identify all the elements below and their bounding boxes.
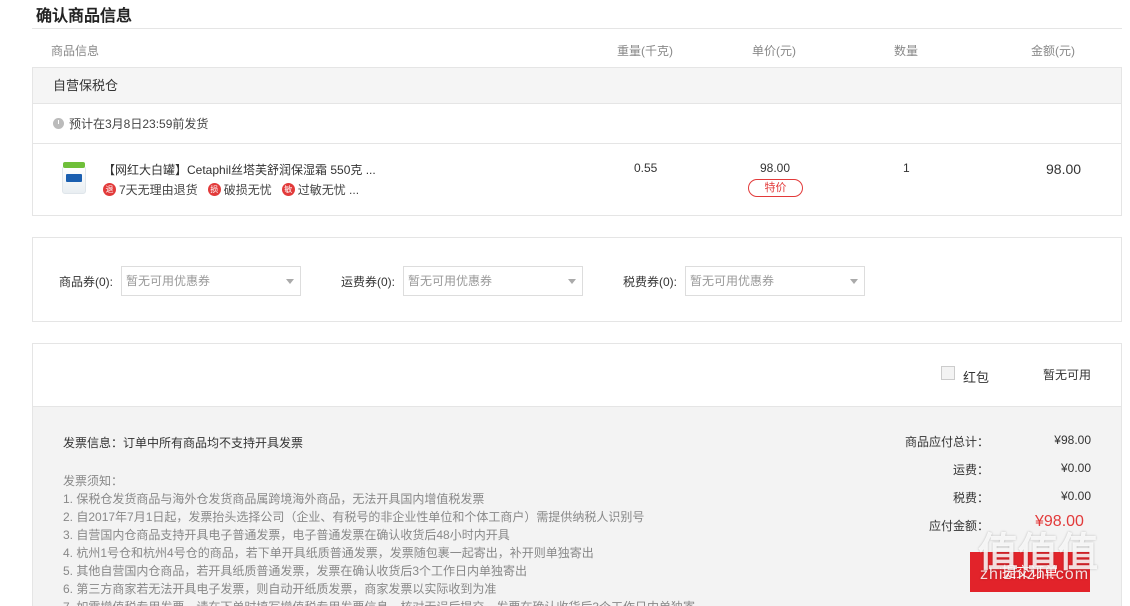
chevron-down-icon <box>850 279 858 284</box>
service-tags: 退 7天无理由退货 损 破损无忧 敏 过敏无忧 ... <box>103 181 369 198</box>
tax-fee-label: 税费： <box>952 491 989 505</box>
shipping-eta: 预计在3月8日23:59前发货 <box>69 117 209 131</box>
tax-coupon-value: 暂无可用优惠券 <box>690 274 775 288</box>
tax-coupon-label: 税费券(0): <box>623 275 678 289</box>
goods-coupon-select[interactable]: 暂无可用优惠券 <box>121 266 301 296</box>
jar-label-icon <box>66 174 82 182</box>
red-packet-label: 红包 <box>963 370 990 385</box>
column-header-unit-price: 单价(元) <box>752 44 796 58</box>
shipping-fee-value: ¥0.00 <box>1060 461 1091 475</box>
invoice-notes-title: 发票须知： <box>63 474 124 488</box>
allergy-icon: 敏 <box>281 183 295 196</box>
invoice-note: 2. 自2017年7月1日起，发票抬头选择公司（企业、有税号的非企业性单位和个体… <box>63 510 645 524</box>
title-divider <box>32 28 1122 29</box>
invoice-notes: 发票须知： 1. 保税仓发货商品与海外仓发货商品属跨境海外商品，无法开具国内增值… <box>63 472 695 606</box>
invoice-note: 6. 第三方商家若无法开具电子发票，则自动开纸质发票，商家发票以实际收到为准 <box>63 582 497 596</box>
chevron-down-icon <box>286 279 294 284</box>
service-tag: 敏 过敏无忧 ... <box>281 181 360 198</box>
subtotal-value: ¥98.00 <box>1054 433 1091 447</box>
product-name[interactable]: 【网红大白罐】Cetaphil丝塔芙舒润保湿霜 550克 ... <box>103 161 376 178</box>
shipping-eta-row: 预计在3月8日23:59前发货 <box>33 104 1121 144</box>
red-packet-status: 暂无可用 <box>1043 368 1092 382</box>
red-packet-row: 红包 暂无可用 <box>33 344 1121 407</box>
invoice-note: 4. 杭州1号仓和杭州4号仓的商品，若下单开具纸质普通发票，发票随包裹一起寄出，… <box>63 546 594 560</box>
invoice-note: 1. 保税仓发货商品与海外仓发货商品属跨境海外商品，无法开具国内增值税发票 <box>63 492 485 506</box>
product-quantity: 1 <box>903 161 910 175</box>
clock-icon <box>53 118 64 129</box>
product-thumbnail[interactable] <box>60 162 88 196</box>
column-header-quantity: 数量 <box>894 44 919 58</box>
page-title: 确认商品信息 <box>36 8 133 25</box>
total-label: 应付金额： <box>928 519 989 533</box>
product-unit-price: 98.00 <box>760 161 791 175</box>
column-header-weight: 重量(千克) <box>617 44 673 58</box>
goods-coupon-label: 商品券(0): <box>59 275 114 289</box>
invoice-note: 5. 其他自营国内仓商品，若开具纸质普通发票，发票在确认收货后3个工作日内单独寄… <box>63 564 528 578</box>
service-tag: 损 破损无忧 <box>207 181 272 198</box>
chevron-down-icon <box>568 279 576 284</box>
return-icon: 退 <box>103 183 116 196</box>
total-value: ¥98.00 <box>1035 513 1084 530</box>
column-header-info: 商品信息 <box>51 44 100 58</box>
goods-panel: 自营保税仓 预计在3月8日23:59前发货 【网红大白罐】Cetaphil丝塔芙… <box>32 67 1122 216</box>
invoice-note: 7. 如需增值税专用发票，请在下单时填写增值税专用发票信息，核对无误后提交，发票… <box>63 598 695 606</box>
service-tag-label: 破损无忧 <box>223 183 272 197</box>
service-tag-label: 7天无理由退货 <box>119 183 198 197</box>
shipping-fee-label: 运费： <box>952 463 989 477</box>
invoice-info: 发票信息：订单中所有商品均不支持开具发票 <box>63 436 304 450</box>
jar-lid-icon <box>63 162 85 168</box>
service-tag-label: 过敏无忧 ... <box>297 183 360 197</box>
invoice-note: 3. 自营国内仓商品支持开具电子普通发票，电子普通发票在确认收货后48小时内开具 <box>63 528 510 542</box>
summary-panel: 红包 暂无可用 发票信息：订单中所有商品均不支持开具发票 发票须知： 1. 保税… <box>32 343 1122 606</box>
special-price-badge: 特价 <box>748 179 803 197</box>
shipping-coupon-value: 暂无可用优惠券 <box>408 274 493 288</box>
shipping-coupon-label: 运费券(0): <box>341 275 396 289</box>
invoice-area: 发票信息：订单中所有商品均不支持开具发票 发票须知： 1. 保税仓发货商品与海外… <box>33 407 1121 606</box>
product-weight: 0.55 <box>634 161 658 175</box>
submit-order-button[interactable]: 提交订单 <box>970 552 1090 592</box>
subtotal-label: 商品应付总计： <box>904 435 989 449</box>
service-tag: 退 7天无理由退货 <box>103 181 198 198</box>
tax-coupon-select[interactable]: 暂无可用优惠券 <box>685 266 865 296</box>
goods-coupon-value: 暂无可用优惠券 <box>126 274 211 288</box>
damage-icon: 损 <box>207 183 221 196</box>
coupon-panel: 商品券(0): 暂无可用优惠券 运费券(0): 暂无可用优惠券 税费券(0): … <box>32 237 1122 322</box>
column-header-amount: 金额(元) <box>1031 44 1075 58</box>
red-packet-checkbox[interactable] <box>941 366 955 380</box>
product-amount: 98.00 <box>1046 161 1082 177</box>
warehouse-name: 自营保税仓 <box>33 68 1121 104</box>
tax-fee-value: ¥0.00 <box>1060 489 1091 503</box>
shipping-coupon-select[interactable]: 暂无可用优惠券 <box>403 266 583 296</box>
